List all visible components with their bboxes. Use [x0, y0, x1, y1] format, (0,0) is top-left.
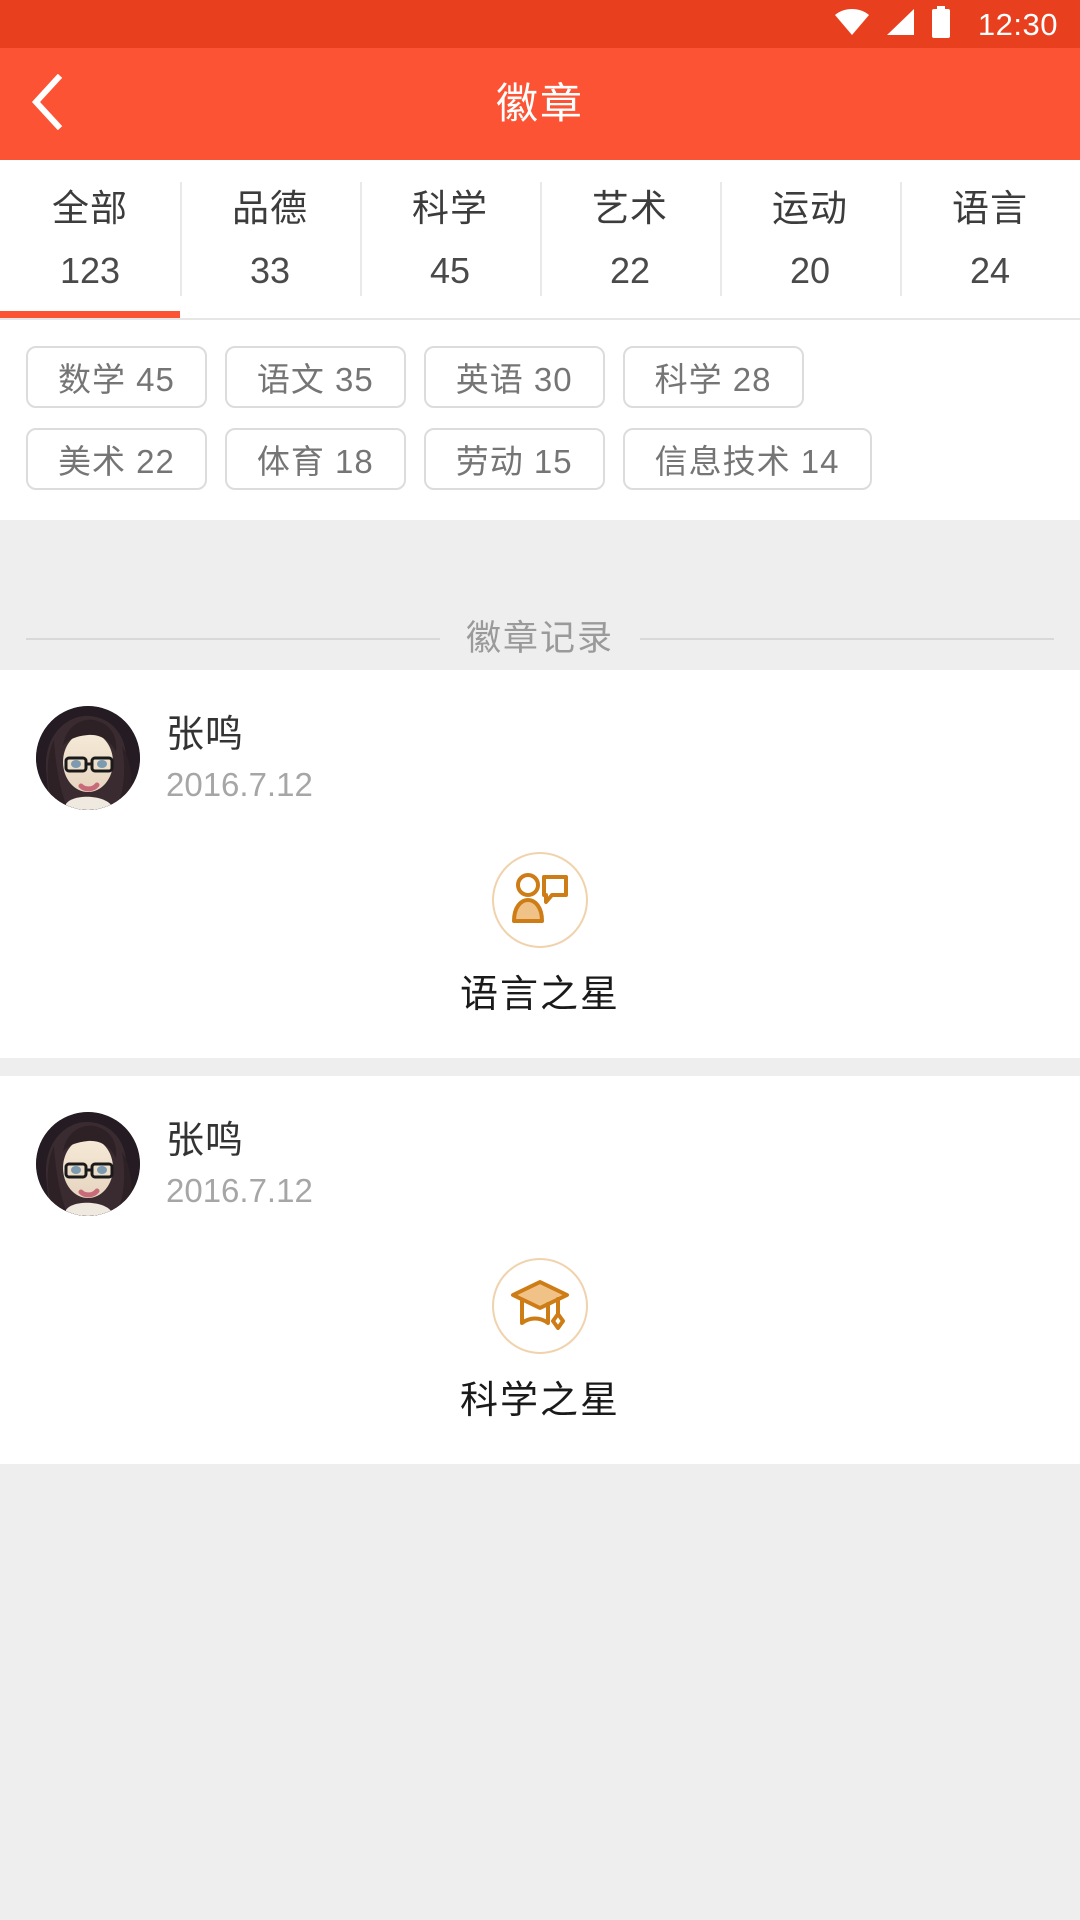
app-screen: 12:30 徽章 全部 123 品德 33 科学 45 艺术 22 运动 20 … — [0, 0, 1080, 1920]
chip-math[interactable]: 数学 45 — [26, 346, 207, 408]
tab-count: 24 — [969, 249, 1011, 291]
badge-icon-circle[interactable] — [492, 1258, 588, 1354]
section-header: 徽章记录 — [0, 621, 1080, 656]
tab-art[interactable]: 艺术 22 — [540, 160, 720, 318]
status-bar: 12:30 — [0, 0, 1080, 48]
chevron-left-icon — [30, 73, 64, 135]
section-rule-right — [640, 637, 1055, 640]
wifi-icon — [834, 7, 870, 42]
chip-labor[interactable]: 劳动 15 — [423, 428, 605, 490]
avatar[interactable] — [36, 706, 140, 810]
category-tabs-list: 全部 123 品德 33 科学 45 艺术 22 运动 20 语言 24 — [0, 160, 1080, 318]
badge-icon-circle[interactable] — [492, 852, 588, 948]
chip-physical-education[interactable]: 体育 18 — [224, 428, 406, 490]
tab-sports[interactable]: 运动 20 — [720, 160, 900, 318]
badge-records-section-band: 徽章记录 — [0, 520, 1080, 670]
tab-language[interactable]: 语言 24 — [900, 160, 1080, 318]
chips-row-1: 数学 45 语文 35 英语 30 科学 28 — [26, 346, 1054, 408]
section-title: 徽章记录 — [466, 619, 615, 658]
person-speech-bubble-icon — [511, 872, 569, 929]
chip-english[interactable]: 英语 30 — [423, 346, 605, 408]
tab-label: 品德 — [232, 187, 308, 229]
page-title: 徽章 — [495, 80, 584, 127]
record-meta: 张鸣 2016.7.12 — [166, 1122, 313, 1207]
tab-label: 科学 — [412, 187, 488, 229]
list-bottom-filler — [0, 1464, 1080, 1920]
record-date: 2016.7.12 — [166, 1171, 313, 1209]
record-student-name: 张鸣 — [166, 713, 245, 756]
record-student-name: 张鸣 — [166, 1119, 245, 1162]
avatar[interactable] — [36, 1112, 140, 1216]
active-tab-indicator — [0, 311, 180, 318]
badge-name: 科学之星 — [459, 1380, 620, 1422]
back-button[interactable] — [30, 48, 120, 160]
chips-row-2: 美术 22 体育 18 劳动 15 信息技术 14 — [26, 428, 1054, 490]
badge-display: 科学之星 — [0, 1258, 1080, 1420]
badge-display: 语言之星 — [0, 852, 1080, 1014]
status-bar-icons: 12:30 — [834, 5, 1058, 43]
tab-science[interactable]: 科学 45 — [360, 160, 540, 318]
badge-name: 语言之星 — [459, 974, 620, 1016]
section-rule-left — [26, 637, 440, 640]
battery-icon — [930, 5, 952, 43]
tab-all[interactable]: 全部 123 — [0, 160, 180, 318]
tab-count: 45 — [429, 249, 471, 291]
tab-label: 语言 — [952, 187, 1028, 229]
graduation-cap-icon — [510, 1278, 570, 1335]
badge-record-item[interactable]: 张鸣 2016.7.12 语言之星 — [0, 670, 1080, 1058]
record-date: 2016.7.12 — [166, 765, 313, 803]
tab-label: 艺术 — [592, 187, 668, 229]
tab-count: 33 — [249, 249, 291, 291]
app-bar: 徽章 — [0, 48, 1080, 160]
tab-count: 20 — [789, 249, 831, 291]
record-meta: 张鸣 2016.7.12 — [166, 716, 313, 801]
tab-label: 运动 — [772, 187, 848, 229]
status-bar-clock: 12:30 — [977, 6, 1058, 42]
record-header: 张鸣 2016.7.12 — [0, 1112, 1080, 1216]
cellular-signal-icon — [884, 7, 916, 42]
record-header: 张鸣 2016.7.12 — [0, 706, 1080, 810]
tab-morality[interactable]: 品德 33 — [180, 160, 360, 318]
badge-record-item[interactable]: 张鸣 2016.7.12 科学之星 — [0, 1058, 1080, 1464]
chip-information-technology[interactable]: 信息技术 14 — [622, 428, 872, 490]
category-tabs: 全部 123 品德 33 科学 45 艺术 22 运动 20 语言 24 — [0, 160, 1080, 320]
chip-fine-arts[interactable]: 美术 22 — [26, 428, 207, 490]
badge-records-list: 张鸣 2016.7.12 语言之星 张鸣 2016.7.12 科学之星 — [0, 670, 1080, 1920]
tab-label: 全部 — [52, 187, 128, 229]
chip-chinese[interactable]: 语文 35 — [224, 346, 406, 408]
tab-count: 123 — [59, 249, 121, 291]
tab-count: 22 — [609, 249, 651, 291]
subject-filter-chips: 数学 45 语文 35 英语 30 科学 28 美术 22 体育 18 劳动 1… — [0, 320, 1080, 520]
chip-science[interactable]: 科学 28 — [622, 346, 804, 408]
